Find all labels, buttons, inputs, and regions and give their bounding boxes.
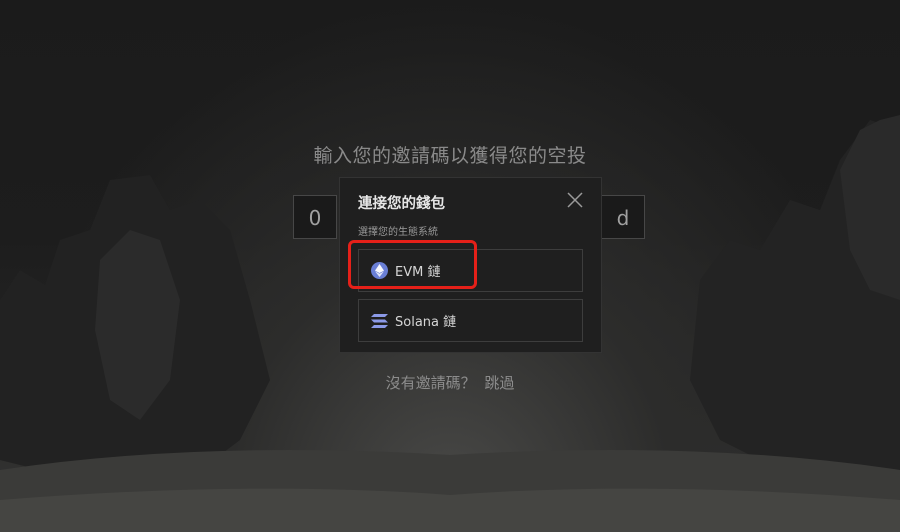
close-icon[interactable]: [566, 191, 584, 209]
ethereum-icon: [371, 262, 388, 279]
solana-icon: [371, 313, 388, 328]
no-invite-text: 沒有邀請碼？: [385, 374, 476, 392]
modal-subtitle: 選擇您的生態系統: [358, 227, 438, 238]
invite-code-box-last[interactable]: d: [601, 195, 645, 239]
no-invite-line: 沒有邀請碼？ 跳過: [0, 372, 900, 393]
invite-headline: 輸入您的邀請碼以獲得您的空投: [313, 145, 587, 167]
skip-link[interactable]: 跳過: [484, 374, 514, 392]
modal-title: 連接您的錢包: [358, 196, 445, 212]
connect-wallet-modal: 連接您的錢包 選擇您的生態系統 EVM 鏈 Solana 鏈: [339, 177, 602, 353]
solana-chain-label: Solana 鏈: [395, 315, 457, 330]
evm-chain-label: EVM 鏈: [395, 265, 441, 280]
evm-chain-option[interactable]: EVM 鏈: [358, 249, 583, 292]
solana-chain-option[interactable]: Solana 鏈: [358, 299, 583, 342]
invite-code-box-first[interactable]: 0: [293, 195, 337, 239]
